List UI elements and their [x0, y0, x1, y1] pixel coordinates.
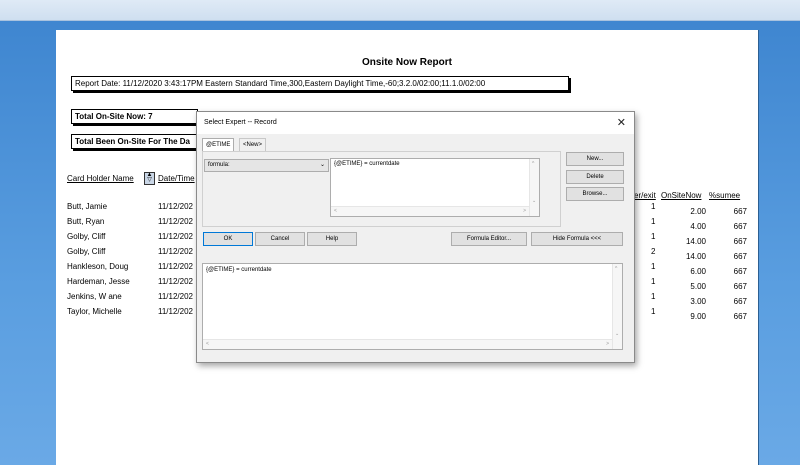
scroll-left-icon[interactable]: <	[206, 341, 209, 347]
total-onsite-box: Total On-Site Now: 7	[71, 109, 198, 124]
header-enter-exit[interactable]: er/exit	[634, 191, 656, 200]
browse-button[interactable]: Browse...	[566, 187, 624, 201]
row-sum: 667	[733, 282, 747, 291]
hide-formula-button[interactable]: Hide Formula <<<	[531, 232, 623, 246]
close-icon[interactable]: ✕	[617, 116, 626, 129]
row-onsite: 5.00	[690, 282, 706, 291]
row-onsite: 6.00	[690, 267, 706, 276]
new-button[interactable]: New...	[566, 152, 624, 166]
row-enter-exit: 1	[651, 292, 656, 301]
row-sum: 667	[733, 267, 747, 276]
tab-etime[interactable]: @ETIME	[202, 138, 235, 151]
formula-editor-button[interactable]: Formula Editor...	[451, 232, 527, 246]
row-date: 11/12/202	[158, 232, 193, 241]
row-enter-exit: 1	[651, 262, 656, 271]
formula-edit-box[interactable]: {@ETIME} = currentdate ^ ⌄ < >	[202, 263, 623, 350]
row-sum: 667	[733, 222, 747, 231]
row-enter-exit: 2	[651, 247, 656, 256]
report-title: Onsite Now Report	[361, 57, 452, 68]
vertical-scrollbar[interactable]: ^ ⌄	[529, 159, 539, 216]
row-date: 11/12/202	[158, 202, 193, 211]
delete-button[interactable]: Delete	[566, 170, 624, 184]
scroll-left-icon[interactable]: <	[334, 208, 337, 214]
row-enter-exit: 1	[651, 277, 656, 286]
row-onsite: 9.00	[690, 312, 706, 321]
scroll-right-icon[interactable]: >	[523, 208, 526, 214]
chevron-down-icon: ⌄	[319, 162, 325, 168]
dialog-title: Select Expert -- Record	[204, 119, 277, 126]
cancel-button[interactable]: Cancel	[255, 232, 305, 246]
header-sumee[interactable]: %sumee	[709, 191, 740, 200]
row-onsite: 3.00	[690, 297, 706, 306]
row-enter-exit: 1	[651, 217, 656, 226]
vertical-scrollbar[interactable]: ^ ⌄	[612, 264, 622, 349]
scroll-right-icon[interactable]: >	[606, 341, 609, 347]
row-enter-exit: 1	[651, 202, 656, 211]
row-name: Jenkins, W ane	[67, 292, 122, 301]
header-onsite-now[interactable]: OnSiteNow	[661, 191, 701, 200]
row-name: Butt, Ryan	[67, 217, 105, 226]
total-been-onsite-box: Total Been On-Site For The Da	[71, 134, 206, 149]
horizontal-scrollbar[interactable]: < >	[203, 339, 612, 349]
row-sum: 667	[733, 312, 747, 321]
formula-display-box[interactable]: {@ETIME} = currentdate ^ ⌄ < >	[330, 158, 540, 217]
tab-new[interactable]: <New>	[239, 138, 267, 151]
row-enter-exit: 1	[651, 307, 656, 316]
row-sum: 667	[733, 297, 747, 306]
scroll-up-icon[interactable]: ^	[615, 266, 617, 272]
row-date: 11/12/202	[158, 247, 193, 256]
ok-button[interactable]: OK	[203, 232, 253, 246]
row-date: 11/12/202	[158, 217, 193, 226]
formula-text: {@ETIME} = currentdate	[334, 161, 400, 167]
sort-icon[interactable]: ▲ ▽	[144, 172, 155, 185]
dialog-titlebar[interactable]: Select Expert -- Record ✕	[197, 112, 634, 134]
formula-select-value: formula:	[208, 162, 230, 168]
row-name: Butt, Jamie	[67, 202, 108, 211]
row-name: Golby, Cliff	[67, 232, 106, 241]
window-top-bar	[0, 0, 800, 21]
header-date-time[interactable]: Date/Time	[158, 174, 195, 183]
row-onsite: 14.00	[685, 237, 706, 246]
row-date: 11/12/202	[158, 262, 193, 271]
row-onsite: 4.00	[690, 222, 706, 231]
row-onsite: 14.00	[685, 252, 706, 261]
row-sum: 667	[733, 252, 747, 261]
formula-select[interactable]: formula: ⌄	[204, 159, 329, 172]
scroll-down-icon[interactable]: ⌄	[532, 198, 536, 204]
row-date: 11/12/202	[158, 307, 193, 316]
row-name: Golby, Cliff	[67, 247, 106, 256]
report-date-line: Report Date: 11/12/2020 3:43:17PM Easter…	[71, 76, 569, 91]
scroll-down-icon[interactable]: ⌄	[615, 331, 619, 337]
row-enter-exit: 1	[651, 232, 656, 241]
row-sum: 667	[733, 207, 747, 216]
row-sum: 667	[733, 237, 747, 246]
row-name: Taylor, Michelle	[67, 307, 122, 316]
row-name: Hankleson, Doug	[67, 262, 129, 271]
horizontal-scrollbar[interactable]: < >	[331, 206, 529, 216]
row-name: Hardeman, Jesse	[67, 277, 130, 286]
scroll-up-icon[interactable]: ^	[532, 161, 534, 167]
select-expert-dialog: Select Expert -- Record ✕ @ETIME <New> f…	[196, 111, 635, 363]
help-button[interactable]: Help	[307, 232, 357, 246]
row-onsite: 2.00	[690, 207, 706, 216]
bottom-formula-text: {@ETIME} = currentdate	[206, 267, 272, 273]
row-date: 11/12/202	[158, 292, 193, 301]
row-date: 11/12/202	[158, 277, 193, 286]
header-card-holder-name[interactable]: Card Holder Name	[67, 174, 134, 183]
